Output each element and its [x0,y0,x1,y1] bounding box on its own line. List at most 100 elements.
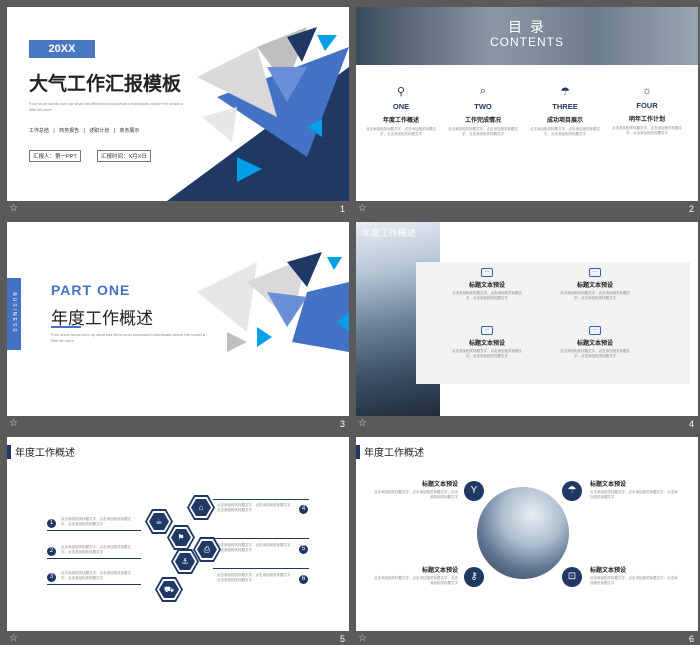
slide-thumbnail-3[interactable]: BUSINESS PART ONE 年度工作概述 Four short word… [7,222,349,435]
item-left-top: 标题文本预设 点击添加相关标题文字，点击添加相关标题文字，点击添加相关标题文字 [374,479,458,500]
item-title: 标题文本预设 [590,568,627,574]
slide-thumbnail-5[interactable]: 年度工作概述 1 点击添加相关标题文字，点击添加相关标题文字，点击添加相关标题文… [7,437,349,645]
item-desc: 点击添加相关标题文字，点击添加相关标题文字，点击添加相关标题文字 [61,517,131,526]
slide-number: 2 [688,204,694,214]
side-label-bar: BUSINESS [7,278,21,350]
slide-2: 目 录 CONTENTS ⚲ ONE 年度工作概述 点击添加相关标题文字，点击添… [356,7,698,201]
star-icon[interactable]: ☆ [9,418,18,429]
star-icon[interactable]: ☆ [358,418,367,429]
item-title: 标题文本预设 [468,341,505,347]
slide-header: 年度工作概述 [364,448,424,459]
hex-cell: ⎙ [193,537,221,562]
slide-1: 20XX 大气工作汇报模板 Four short words sum up wh… [7,7,349,201]
center-city-image [477,487,569,579]
slide-caption: ☆ 4 [356,416,698,435]
item-desc: 点击添加相关标题文字，点击添加相关标题文字，点击添加相关标题文字 [217,503,294,512]
part-label: PART ONE [51,282,131,298]
item-desc: 点击添加相关标题文字，点击添加相关标题文字，点击添加相关标题文字 [612,126,682,135]
item-number: TWO [474,102,492,111]
chat-icon: ··· [589,326,601,335]
item-title: 标题文本预设 [590,482,627,488]
item-title: 标题文本预设 [576,283,613,289]
slide-5: 年度工作概述 1 点击添加相关标题文字，点击添加相关标题文字，点击添加相关标题文… [7,437,349,631]
star-icon[interactable]: ☆ [9,633,18,644]
slide-thumbnail-1[interactable]: 20XX 大气工作汇报模板 Four short words sum up wh… [7,7,349,220]
item-label: 年度工作概述 [382,118,419,124]
contents-title: 目 录 [508,19,546,35]
title-underline [51,326,81,328]
slide-caption: ☆ 6 [356,631,698,645]
panel-item-1: ··· 标题文本预设 点击添加相关标题文字，点击添加相关标题文字，点击添加相关标… [452,268,522,301]
slide-subtitle: Four short words sum up what has lifted … [51,332,206,343]
item-desc: 点击添加相关标题文字，点击添加相关标题文字，点击添加相关标题文字 [374,490,458,499]
item-desc: 点击添加相关标题文字，点击添加相关标题文字，点击添加相关标题文字 [61,571,131,580]
slide-number: 3 [339,419,345,429]
connector-line [47,584,141,585]
number-badge: 2 [47,547,56,556]
header-accent [7,445,11,459]
tag: 工作总结 [29,128,50,134]
item-desc: 点击添加相关标题文字，点击添加相关标题文字，点击添加相关标题文字 [61,545,131,554]
item-right-bottom: 标题文本预设 点击添加相关标题文字，点击添加相关标题文字，点击添加相关标题文字 [590,565,680,586]
tool-icon: ⚲ [396,86,406,98]
slide-number: 1 [339,204,345,214]
star-icon[interactable]: ☆ [9,203,18,214]
tag: 商务展示 [119,128,140,134]
cocktail-icon: Y [464,481,484,501]
side-label: BUSINESS [11,292,17,334]
item-label: 成功项目展示 [546,118,583,124]
number-badge: 5 [299,545,308,554]
item-desc: 点击添加相关标题文字，点击添加相关标题文字，点击添加相关标题文字 [452,349,522,358]
slide-caption: ☆ 3 [7,416,349,435]
connector-line [47,558,141,559]
slide-number: 6 [688,634,694,644]
contents-item-1: ⚲ ONE 年度工作概述 点击添加相关标题文字，点击添加相关标题文字，点击添加相… [366,85,436,137]
report-time-box: 汇报时间：X月X日 [97,150,151,162]
item-left-bottom: 标题文本预设 点击添加相关标题文字，点击添加相关标题文字，点击添加相关标题文字 [374,565,458,586]
item-label: 工作完成情况 [464,118,501,124]
item-desc: 点击添加相关标题文字，点击添加相关标题文字，点击添加相关标题文字 [590,576,678,585]
item-desc: 点击添加相关标题文字，点击添加相关标题文字，点击添加相关标题文字 [560,349,630,358]
slide-number: 5 [339,634,345,644]
item-title: 标题文本预设 [421,568,458,574]
item-right-top: 标题文本预设 点击添加相关标题文字，点击添加相关标题文字，点击添加相关标题文字 [590,479,680,500]
connector-line [47,530,141,531]
star-icon[interactable]: ☆ [358,203,367,214]
number-badge: 4 [299,505,308,514]
contents-item-4: ☼ FOUR 明年工作计划 点击添加相关标题文字，点击添加相关标题文字，点击添加… [612,85,682,136]
slide-thumbnail-6[interactable]: 年度工作概述 Y ☂ ⚷ ⊡ 标题文本预设 点击添加相关标题文字，点击添加相关标… [356,437,698,645]
chat-icon: ··· [481,268,493,277]
hex-cell: ⌂ [187,495,215,520]
slide-4: 年度工作概述 ··· 标题文本预设 点击添加相关标题文字，点击添加相关标题文字，… [356,222,698,416]
key-icon: ⚷ [464,567,484,587]
umbrella-icon: ☂ [560,86,570,98]
panel-item-3: ··· 标题文本预设 点击添加相关标题文字，点击添加相关标题文字，点击添加相关标… [452,326,522,359]
year-badge: 20XX [29,40,95,58]
hex-cell: ⚓ [171,549,199,574]
panel-item-4: ··· 标题文本预设 点击添加相关标题文字，点击添加相关标题文字，点击添加相关标… [560,326,630,359]
contents-title-en: CONTENTS [490,35,564,49]
tag: 商务报告 [59,128,80,134]
slide-caption: ☆ 2 [356,201,698,220]
slide-thumbnail-2[interactable]: 目 录 CONTENTS ⚲ ONE 年度工作概述 点击添加相关标题文字，点击添… [356,7,698,220]
number-badge: 6 [299,575,308,584]
tag: 述职计划 [89,128,110,134]
header-accent [356,445,360,459]
connector-line [213,538,309,539]
number-badge: 1 [47,519,56,528]
slide-thumbnail-4[interactable]: 年度工作概述 ··· 标题文本预设 点击添加相关标题文字，点击添加相关标题文字，… [356,222,698,435]
connector-line [213,568,309,569]
geometric-decoration [197,252,349,352]
item-title: 标题文本预设 [468,283,505,289]
item-desc: 点击添加相关标题文字，点击添加相关标题文字，点击添加相关标题文字 [374,576,458,585]
item-desc: 点击添加相关标题文字，点击添加相关标题文字，点击添加相关标题文字 [560,291,630,300]
item-number: ONE [392,102,410,111]
star-icon[interactable]: ☆ [358,633,367,644]
item-label: 明年工作计划 [628,117,665,123]
chat-icon: ··· [481,326,493,335]
unlock-icon: ⊡ [562,567,582,587]
chat-icon: ··· [589,268,601,277]
tag-row: 工作总结 | 商务报告 | 述职计划 | 商务展示 [29,128,140,134]
item-desc: 点击添加相关标题文字，点击添加相关标题文字，点击添加相关标题文字 [448,127,518,136]
slide-header: 年度工作概述 [362,228,417,238]
